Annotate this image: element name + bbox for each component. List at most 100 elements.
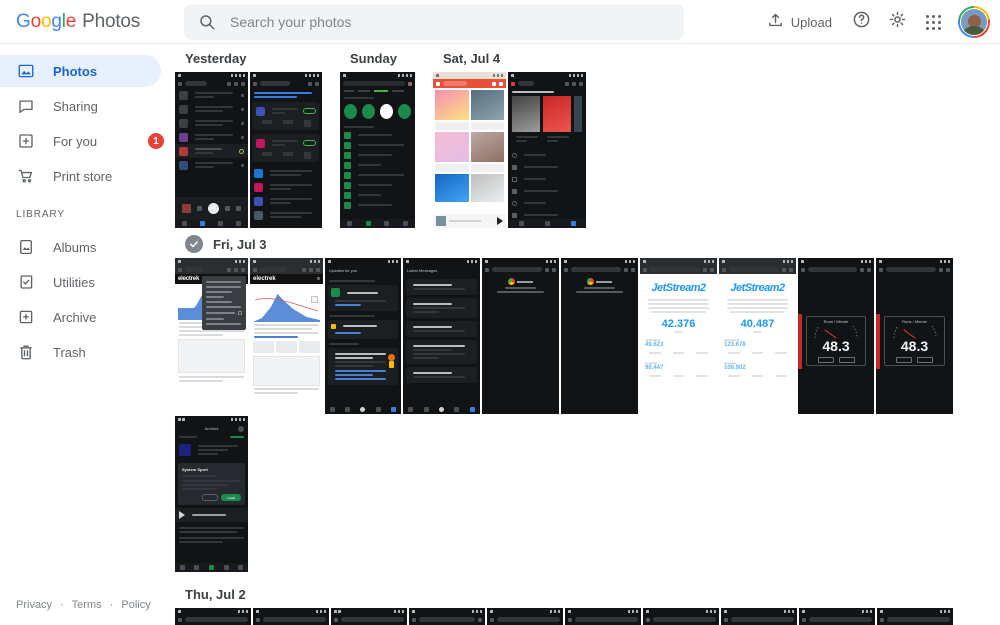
trash-icon — [16, 342, 36, 362]
sidebar-label: Photos — [53, 64, 97, 79]
header-actions: Upload — [757, 0, 990, 44]
photo-tile[interactable] — [643, 608, 719, 625]
photo-tile[interactable]: JetStream2 40.487 Score JetStream2 123.6… — [719, 258, 796, 414]
screenshot-electrek-menu: electrek — [175, 258, 248, 414]
screenshot-dark-generic — [175, 608, 251, 625]
screenshot-dark-generic — [721, 608, 797, 625]
screenshot-dark-generic — [799, 608, 875, 625]
privacy-link[interactable]: Privacy — [16, 599, 52, 611]
screenshot-speedometer: Runs / Minute 48.3 — [798, 258, 874, 414]
date-header: Yesterday — [175, 44, 324, 72]
dialog-title: System Sport — [182, 467, 241, 472]
screenshot-dark-generic — [253, 608, 329, 625]
screenshot-dark-generic — [565, 608, 641, 625]
date-label: Sunday — [350, 51, 397, 66]
screenshot-play-store-categories — [340, 72, 415, 228]
photo-tile[interactable]: electrek≡ — [250, 258, 323, 414]
photo-tile[interactable] — [409, 608, 485, 625]
photo-tile[interactable] — [799, 608, 875, 625]
photo-tile[interactable] — [508, 72, 586, 228]
tile-row — [433, 72, 588, 230]
photo-tile[interactable] — [565, 608, 641, 625]
upload-button[interactable]: Upload — [757, 6, 842, 38]
sidebar-item-utilities[interactable]: Utilities — [0, 266, 161, 298]
tile-row: Android System Sport Install — [175, 416, 1000, 574]
date-header: Fri, Jul 3 — [175, 230, 1000, 258]
sidebar-item-trash[interactable]: Trash — [0, 336, 161, 368]
check-circle-icon[interactable] — [185, 235, 203, 253]
status-badge: 1 — [148, 133, 164, 149]
jetstream-sub2-value: 109.902 — [724, 365, 791, 371]
policy-link[interactable]: Policy — [121, 599, 150, 611]
sidebar-item-print-store[interactable]: Print store — [0, 160, 161, 192]
speedometer-label: Runs / Minute — [824, 319, 849, 324]
archive-icon — [16, 307, 36, 327]
photo-icon — [16, 61, 36, 81]
photo-tile[interactable] — [877, 608, 953, 625]
photo-tile[interactable] — [175, 608, 251, 625]
speedometer-label: Runs / Minute — [902, 319, 927, 324]
date-header: Sat, Jul 4 — [433, 44, 588, 72]
screenshot-chrome-version — [482, 258, 559, 414]
sidebar-item-albums[interactable]: Albums — [0, 231, 161, 263]
photo-tile[interactable] — [340, 72, 415, 228]
photo-tile[interactable]: Android System Sport Install — [175, 416, 248, 572]
terms-link[interactable]: Terms — [72, 599, 102, 611]
photo-tile[interactable] — [721, 608, 797, 625]
dialog-button[interactable]: Install — [221, 494, 241, 501]
date-header: Thu, Jul 2 — [175, 580, 1000, 608]
apps-button[interactable] — [916, 5, 950, 39]
sidebar-item-for-you[interactable]: For you 1 — [0, 125, 161, 157]
sidebar-label: Archive — [53, 310, 96, 325]
photo-tile[interactable]: Runs / Minute 48.3 — [876, 258, 953, 414]
photo-tile[interactable] — [487, 608, 563, 625]
settings-button[interactable] — [880, 5, 914, 39]
tile-row: electrek — [175, 258, 1000, 416]
photo-tile[interactable]: Updates for you — [325, 258, 401, 414]
jetstream-title: JetStream2 — [640, 282, 717, 294]
search-bar[interactable] — [184, 4, 684, 40]
photo-group-sat-jul-4: Sat, Jul 4 — [433, 44, 588, 230]
separator: · — [60, 599, 64, 611]
help-button[interactable] — [844, 5, 878, 39]
photo-tile[interactable] — [482, 258, 559, 414]
search-input[interactable] — [230, 5, 650, 39]
tile-row — [175, 72, 324, 230]
screenshot-jetstream2: JetStream2 42.376 Score JetStream2 49.62… — [640, 258, 717, 414]
utilities-icon — [16, 272, 36, 292]
photo-tile[interactable]: Latest Messages — [403, 258, 480, 414]
date-header: Sunday — [340, 44, 417, 72]
screenshot-android-update: Android System Sport Install — [175, 416, 248, 572]
photo-tile[interactable] — [175, 72, 248, 228]
apps-grid-icon — [926, 15, 941, 30]
screenshot-electrek-article: electrek≡ — [250, 258, 323, 414]
sidebar-item-archive[interactable]: Archive — [0, 301, 161, 333]
sidebar-item-sharing[interactable]: Sharing — [0, 90, 161, 122]
for-you-icon — [16, 131, 36, 151]
upload-icon — [767, 12, 784, 32]
photo-grid-container[interactable]: Yesterday — [175, 44, 1000, 625]
photo-tile[interactable] — [561, 258, 638, 414]
photo-group-fri-jul-3: Fri, Jul 3 electrek — [175, 230, 1000, 574]
brand-logo[interactable]: Google Photos — [16, 11, 166, 33]
product-name: Photos — [82, 11, 140, 33]
sidebar-item-photos[interactable]: Photos — [0, 55, 161, 87]
jetstream-sub1-value: 49.623 — [645, 342, 712, 348]
photo-tile[interactable] — [250, 72, 322, 228]
chat-bubble-icon — [16, 96, 36, 116]
sidebar-label: Print store — [53, 169, 112, 184]
screenshot-music-dark — [508, 72, 586, 228]
screenshot-music-player — [175, 72, 248, 228]
sidebar-section-library: LIBRARY — [0, 195, 175, 228]
account-avatar[interactable] — [958, 6, 990, 38]
jetstream-score: 40.487 — [719, 318, 796, 330]
sidebar: Photos Sharing For you 1 Print store LIB — [0, 44, 175, 625]
photo-tile[interactable]: electrek — [175, 258, 248, 414]
photo-tile[interactable]: JetStream2 42.376 Score JetStream2 49.62… — [640, 258, 717, 414]
photo-tile[interactable] — [433, 72, 506, 228]
photo-tile[interactable]: Runs / Minute 48.3 — [798, 258, 874, 414]
screenshot-dark-generic — [487, 608, 563, 625]
photo-tile[interactable] — [331, 608, 407, 625]
tile-row — [175, 608, 1000, 625]
photo-tile[interactable] — [253, 608, 329, 625]
